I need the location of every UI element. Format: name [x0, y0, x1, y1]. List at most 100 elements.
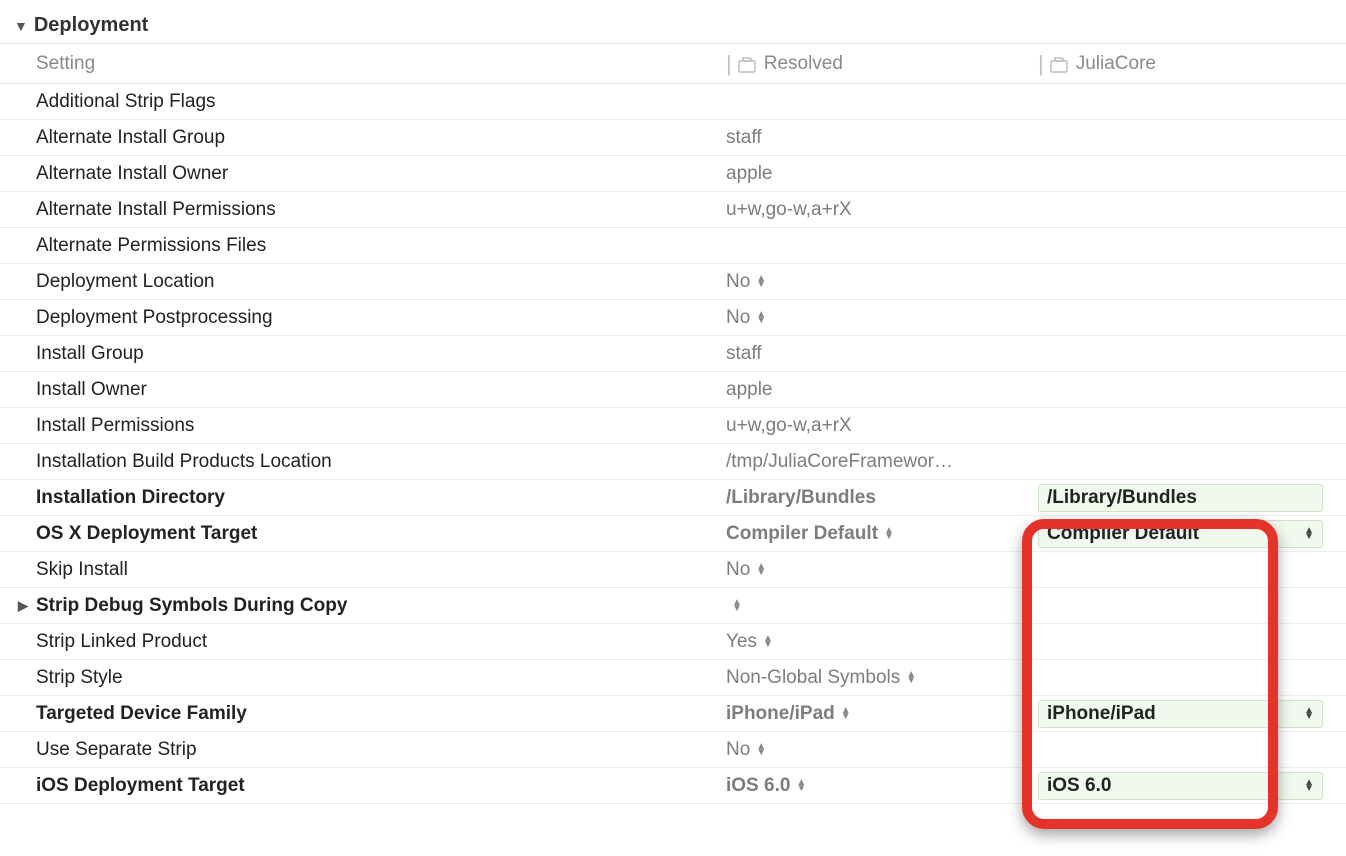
column-separator: | — [1038, 51, 1044, 77]
setting-label: Additional Strip Flags — [36, 91, 216, 113]
setting-row[interactable]: Install Ownerapple — [0, 372, 1346, 408]
resolved-value-cell[interactable]: u+w,go-w,a+rX — [726, 199, 1038, 221]
setting-label-cell[interactable]: Install Owner — [18, 379, 726, 401]
setting-row[interactable]: Strip StyleNon-Global Symbols▲▼ — [0, 660, 1346, 696]
stepper-icon[interactable]: ▲▼ — [763, 636, 773, 648]
stepper-icon[interactable]: ▲▼ — [756, 744, 766, 756]
target-value-box[interactable]: /Library/Bundles▲▼ — [1038, 484, 1323, 512]
column-header-target[interactable]: | JuliaCore — [1038, 51, 1346, 77]
setting-row[interactable]: OS X Deployment Target Compiler Default ▲▼… — [0, 516, 1346, 552]
setting-label-cell[interactable]: OS X Deployment Target — [18, 523, 726, 545]
resolved-value: Yes — [726, 631, 757, 653]
resolved-value-cell[interactable]: apple — [726, 163, 1038, 185]
setting-row[interactable]: Alternate Install Owner apple — [0, 156, 1346, 192]
resolved-value: /Library/Bundles — [726, 487, 876, 509]
target-value-box[interactable]: Compiler Default ▲▼ — [1038, 520, 1323, 548]
setting-row[interactable]: iOS Deployment TargetiOS 6.0▲▼iOS 6.0▲▼ — [0, 768, 1346, 804]
setting-row[interactable]: Skip InstallNo▲▼ — [0, 552, 1346, 588]
stepper-icon[interactable]: ▲▼ — [756, 564, 766, 576]
resolved-value-cell[interactable]: Yes ▲▼ — [726, 631, 1038, 653]
setting-row[interactable]: Alternate Permissions Files — [0, 228, 1346, 264]
setting-label-cell[interactable]: Strip Linked Product — [18, 631, 726, 653]
resolved-value-cell[interactable]: staff — [726, 343, 1038, 365]
resolved-value-cell[interactable]: No ▲▼ — [726, 307, 1038, 329]
target-value: Compiler Default — [1047, 523, 1199, 545]
column-header-setting[interactable]: Setting — [36, 53, 726, 75]
setting-label: Alternate Permissions Files — [36, 235, 266, 257]
stepper-icon[interactable]: ▲▼ — [732, 600, 742, 612]
setting-label-cell[interactable]: Deployment Location — [18, 271, 726, 293]
column-header-resolved[interactable]: | Resolved — [726, 51, 1038, 77]
resolved-value-cell[interactable]: ▲▼ — [726, 600, 1038, 612]
stepper-icon[interactable]: ▲▼ — [1296, 780, 1314, 792]
setting-row[interactable]: Alternate Install Permissionsu+w,go-w,a+… — [0, 192, 1346, 228]
setting-label: iOS Deployment Target — [36, 775, 245, 797]
setting-row[interactable]: Use Separate StripNo▲▼ — [0, 732, 1346, 768]
resolved-value: No — [726, 307, 750, 329]
section-header[interactable]: ▼ Deployment — [0, 10, 1346, 44]
setting-label-cell[interactable]: Install Group — [18, 343, 726, 365]
setting-label-cell[interactable]: Install Permissions — [18, 415, 726, 437]
setting-row[interactable]: Additional Strip Flags — [0, 84, 1346, 120]
resolved-value-cell[interactable]: staff — [726, 127, 1038, 149]
stepper-icon[interactable]: ▲▼ — [841, 708, 851, 720]
setting-label-cell[interactable]: Alternate Install Permissions — [18, 199, 726, 221]
target-value-box[interactable]: iOS 6.0 ▲▼ — [1038, 772, 1323, 800]
setting-label-cell[interactable]: Alternate Permissions Files — [18, 235, 726, 257]
setting-row[interactable]: Installation Directory/Library/Bundles/L… — [0, 480, 1346, 516]
disclosure-triangle-icon[interactable]: ▼ — [14, 18, 28, 34]
stepper-icon[interactable]: ▲▼ — [756, 276, 766, 288]
setting-label-cell[interactable]: Deployment Postprocessing — [18, 307, 726, 329]
target-value-box[interactable]: iPhone/iPad▲▼ — [1038, 700, 1323, 728]
stepper-icon[interactable]: ▲▼ — [1296, 708, 1314, 720]
resolved-value-cell[interactable]: Compiler Default▲▼ — [726, 523, 1038, 545]
setting-row[interactable]: Installation Build Products Location/tmp… — [0, 444, 1346, 480]
setting-row[interactable]: Strip Linked ProductYes ▲▼ — [0, 624, 1346, 660]
setting-label-cell[interactable]: Additional Strip Flags — [18, 91, 726, 113]
setting-label: Alternate Install Owner — [36, 163, 228, 185]
resolved-value-cell[interactable]: iPhone/iPad▲▼ — [726, 703, 1038, 725]
resolved-value: No — [726, 271, 750, 293]
setting-row[interactable]: Deployment LocationNo ▲▼ — [0, 264, 1346, 300]
resolved-value-cell[interactable]: No▲▼ — [726, 559, 1038, 581]
setting-label-cell[interactable]: Installation Build Products Location — [18, 451, 726, 473]
setting-label-cell[interactable]: Use Separate Strip — [18, 739, 726, 761]
setting-label-cell[interactable]: ▶Strip Debug Symbols During Copy — [18, 595, 726, 617]
target-value-cell[interactable]: iPhone/iPad▲▼ — [1038, 700, 1346, 728]
resolved-value-cell[interactable]: No▲▼ — [726, 739, 1038, 761]
setting-row[interactable]: Targeted Device FamilyiPhone/iPad▲▼iPhon… — [0, 696, 1346, 732]
setting-row[interactable]: Alternate Install Groupstaff — [0, 120, 1346, 156]
section-title: Deployment — [34, 14, 148, 37]
target-value: iOS 6.0 — [1047, 775, 1111, 797]
setting-label-cell[interactable]: Alternate Install Owner — [18, 163, 726, 185]
stepper-icon[interactable]: ▲▼ — [1296, 528, 1314, 540]
setting-label-cell[interactable]: Strip Style — [18, 667, 726, 689]
resolved-value-cell[interactable]: u+w,go-w,a+rX — [726, 415, 1038, 437]
setting-row[interactable]: ▶Strip Debug Symbols During Copy ▲▼ — [0, 588, 1346, 624]
columns-header: Setting | Resolved | JuliaCore — [0, 44, 1346, 84]
setting-label: Installation Directory — [36, 487, 225, 509]
target-value-cell[interactable]: /Library/Bundles▲▼ — [1038, 484, 1346, 512]
stepper-icon[interactable]: ▲▼ — [796, 780, 806, 792]
stepper-icon[interactable]: ▲▼ — [756, 312, 766, 324]
stepper-icon[interactable]: ▲▼ — [906, 672, 916, 684]
resolved-value-cell[interactable]: iOS 6.0▲▼ — [726, 775, 1038, 797]
setting-row[interactable]: Deployment PostprocessingNo ▲▼ — [0, 300, 1346, 336]
setting-label-cell[interactable]: iOS Deployment Target — [18, 775, 726, 797]
target-value-cell[interactable]: Compiler Default ▲▼ — [1038, 520, 1346, 548]
disclosure-triangle-icon[interactable]: ▶ — [18, 598, 36, 614]
setting-row[interactable]: Install Groupstaff — [0, 336, 1346, 372]
resolved-value-cell[interactable]: /Library/Bundles — [726, 487, 1038, 509]
resolved-value-cell[interactable]: No ▲▼ — [726, 271, 1038, 293]
resolved-value-cell[interactable]: Non-Global Symbols▲▼ — [726, 667, 1038, 689]
stepper-icon[interactable]: ▲▼ — [884, 528, 894, 540]
setting-label-cell[interactable]: Skip Install — [18, 559, 726, 581]
setting-label-cell[interactable]: Targeted Device Family — [18, 703, 726, 725]
setting-label-cell[interactable]: Installation Directory — [18, 487, 726, 509]
resolved-value-cell[interactable]: apple — [726, 379, 1038, 401]
target-value-cell[interactable]: iOS 6.0 ▲▼ — [1038, 772, 1346, 800]
resolved-value-cell[interactable]: /tmp/JuliaCoreFramewor… — [726, 451, 1038, 473]
setting-label-cell[interactable]: Alternate Install Group — [18, 127, 726, 149]
resolved-value: staff — [726, 343, 762, 365]
setting-row[interactable]: Install Permissionsu+w,go-w,a+rX — [0, 408, 1346, 444]
